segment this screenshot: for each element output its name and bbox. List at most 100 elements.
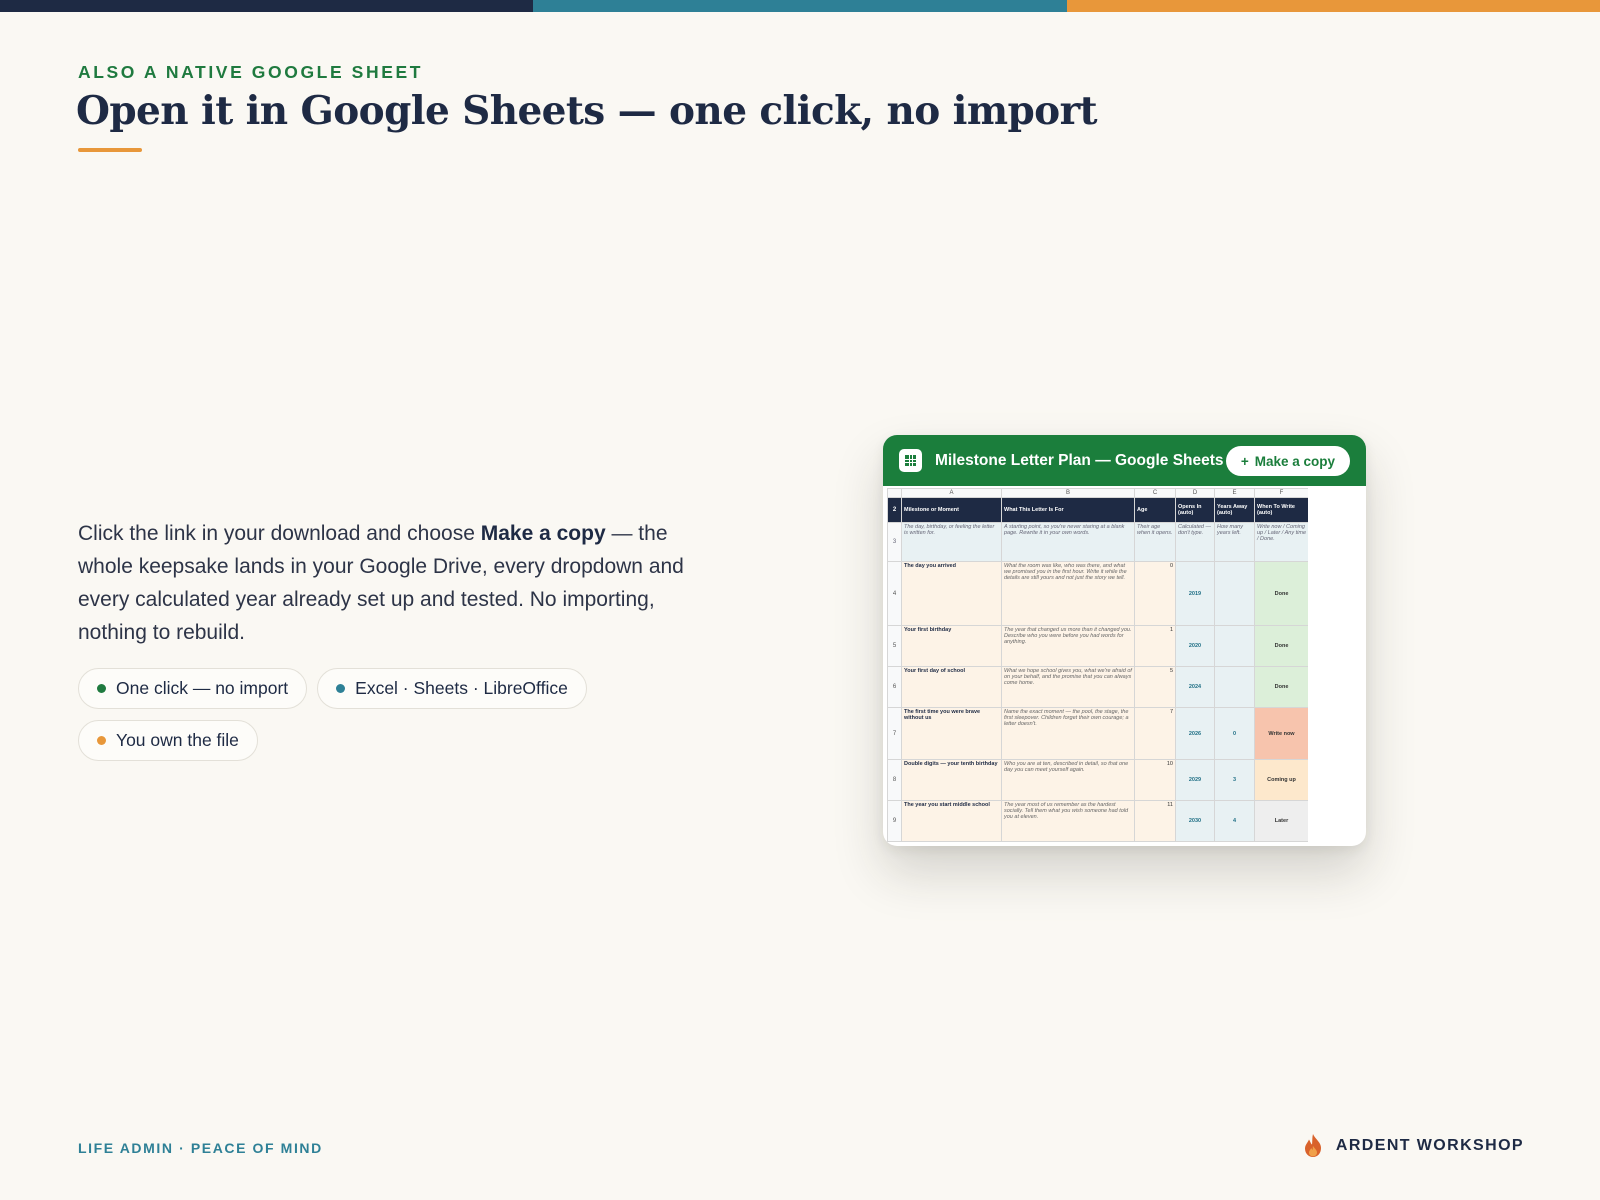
header-cell[interactable]: Milestone or Moment <box>901 497 1002 523</box>
chip-label: One click — no import <box>116 678 289 698</box>
brand-name: ARDENT WORKSHOP <box>1335 1136 1524 1154</box>
plus-icon: + <box>1240 453 1249 469</box>
purpose-cell[interactable]: What the room was like, who was there, a… <box>1001 561 1135 626</box>
age-cell[interactable]: 0 <box>1134 561 1176 626</box>
table-row: 8 Double digits — your tenth birthday Wh… <box>887 759 1308 801</box>
chip-dot-icon <box>336 684 346 693</box>
title-underline <box>78 148 142 152</box>
opens-in-cell[interactable]: 2019 <box>1175 561 1215 626</box>
footer-tagline: LIFE ADMIN · PEACE OF MIND <box>78 1140 323 1156</box>
chip-one-click: One click — no import <box>78 668 308 709</box>
milestone-cell[interactable]: The year you start middle school <box>901 800 1002 842</box>
description-paragraph: Click the link in your download and choo… <box>78 517 688 649</box>
top-bar-navy-segment <box>0 0 534 12</box>
milestone-cell[interactable]: Double digits — your tenth birthday <box>901 759 1002 801</box>
header-cell[interactable]: Opens In (auto) <box>1175 497 1215 523</box>
age-cell[interactable]: 10 <box>1134 759 1176 801</box>
hint-cell[interactable]: The day, birthday, or feeling the letter… <box>901 522 1002 562</box>
opens-in-cell[interactable]: 2020 <box>1175 625 1215 667</box>
opens-in-cell[interactable]: 2030 <box>1175 800 1215 842</box>
footer-brand: ARDENT WORKSHOP <box>1302 1133 1524 1158</box>
eyebrow-label: ALSO A NATIVE GOOGLE SHEET <box>78 62 424 82</box>
header-cell[interactable]: When To Write (auto) <box>1254 497 1308 523</box>
page-title: Open it in Google Sheets — one click, no… <box>76 88 1098 134</box>
header-row: 2 Milestone or Moment What This Letter I… <box>887 497 1308 523</box>
age-cell[interactable]: 1 <box>1134 625 1176 667</box>
status-cell[interactable]: Later <box>1254 800 1308 842</box>
column-letter-row: A B C D E F <box>887 488 1308 498</box>
column-letter[interactable]: F <box>1254 488 1308 498</box>
sheets-window-title: Milestone Letter Plan — Google Sheets <box>935 451 1224 469</box>
hint-row: 3 The day, birthday, or feeling the lett… <box>887 522 1308 562</box>
purpose-cell[interactable]: The year that changed us more than it ch… <box>1001 625 1135 667</box>
make-a-copy-label: Make a copy <box>1254 453 1335 469</box>
hint-cell[interactable]: A starting point, so you're never starin… <box>1001 522 1135 562</box>
column-letter[interactable]: E <box>1214 488 1255 498</box>
years-away-cell[interactable] <box>1214 561 1255 626</box>
purpose-cell[interactable]: The year most of us remember as the hard… <box>1001 800 1135 842</box>
milestone-cell[interactable]: The first time you were brave without us <box>901 707 1002 760</box>
chip-ownership: You own the file <box>78 720 258 761</box>
purpose-cell[interactable]: What we hope school gives you, what we'r… <box>1001 666 1135 708</box>
opens-in-cell[interactable]: 2029 <box>1175 759 1215 801</box>
spreadsheet-grid: A B C D E F 2 Milestone or Moment What T… <box>887 488 1308 842</box>
chip-label: You own the file <box>116 730 239 750</box>
opens-in-cell[interactable]: 2026 <box>1175 707 1215 760</box>
column-letter[interactable]: A <box>901 488 1002 498</box>
column-letter[interactable]: D <box>1175 488 1215 498</box>
hint-cell[interactable]: Their age when it opens. <box>1134 522 1176 562</box>
flame-icon <box>1302 1133 1324 1158</box>
table-row: 4 The day you arrived What the room was … <box>887 561 1308 626</box>
years-away-cell[interactable]: 3 <box>1214 759 1255 801</box>
years-away-cell[interactable]: 0 <box>1214 707 1255 760</box>
row-number: 7 <box>887 707 902 760</box>
purpose-cell[interactable]: Who you are at ten, described in detail,… <box>1001 759 1135 801</box>
years-away-cell[interactable] <box>1214 625 1255 667</box>
chip-label: Excel · Sheets · LibreOffice <box>355 678 568 698</box>
hint-cell[interactable]: Write now / Coming up / Later / Any time… <box>1254 522 1308 562</box>
row-number: 9 <box>887 800 902 842</box>
milestone-cell[interactable]: Your first birthday <box>901 625 1002 667</box>
milestone-cell[interactable]: Your first day of school <box>901 666 1002 708</box>
milestone-cell[interactable]: The day you arrived <box>901 561 1002 626</box>
years-away-cell[interactable]: 4 <box>1214 800 1255 842</box>
description-bold-action: Make a copy <box>480 522 606 545</box>
top-bar-orange-segment <box>1066 0 1600 12</box>
purpose-cell[interactable]: Name the exact moment — the pool, the st… <box>1001 707 1135 760</box>
column-letter[interactable]: C <box>1134 488 1176 498</box>
header-cell[interactable]: What This Letter Is For <box>1001 497 1135 523</box>
opens-in-cell[interactable]: 2024 <box>1175 666 1215 708</box>
table-row: 9 The year you start middle school The y… <box>887 800 1308 842</box>
status-cell[interactable]: Done <box>1254 561 1308 626</box>
status-cell[interactable]: Done <box>1254 625 1308 667</box>
row-number: 5 <box>887 625 902 667</box>
age-cell[interactable]: 5 <box>1134 666 1176 708</box>
spreadsheet-preview: A B C D E F 2 Milestone or Moment What T… <box>887 488 1308 844</box>
age-cell[interactable]: 11 <box>1134 800 1176 842</box>
google-sheets-preview-window: Milestone Letter Plan — Google Sheets + M… <box>883 435 1366 846</box>
description-text-start: Click the link in your download and choo… <box>78 522 481 545</box>
hint-cell[interactable]: Calculated — don't type. <box>1175 522 1215 562</box>
row-number: 4 <box>887 561 902 626</box>
top-color-bar <box>0 0 1600 12</box>
corner-cell <box>887 488 902 498</box>
header-cell[interactable]: Age <box>1134 497 1176 523</box>
chip-compatibility: Excel · Sheets · LibreOffice <box>317 668 587 709</box>
status-cell[interactable]: Coming up <box>1254 759 1308 801</box>
status-cell[interactable]: Write now <box>1254 707 1308 760</box>
chip-dot-icon <box>97 684 106 693</box>
status-cell[interactable]: Done <box>1254 666 1308 708</box>
top-bar-teal-segment <box>533 0 1067 12</box>
header-cell[interactable]: Years Away (auto) <box>1214 497 1255 523</box>
table-row: 7 The first time you were brave without … <box>887 707 1308 760</box>
column-letter[interactable]: B <box>1001 488 1135 498</box>
row-number: 2 <box>887 497 902 523</box>
row-number: 8 <box>887 759 902 801</box>
make-a-copy-button[interactable]: + Make a copy <box>1225 446 1350 476</box>
years-away-cell[interactable] <box>1214 666 1255 708</box>
hint-cell[interactable]: How many years left. <box>1214 522 1255 562</box>
age-cell[interactable]: 7 <box>1134 707 1176 760</box>
row-number: 3 <box>887 522 902 562</box>
sheets-grid-icon <box>899 449 922 472</box>
table-row: 6 Your first day of school What we hope … <box>887 666 1308 708</box>
